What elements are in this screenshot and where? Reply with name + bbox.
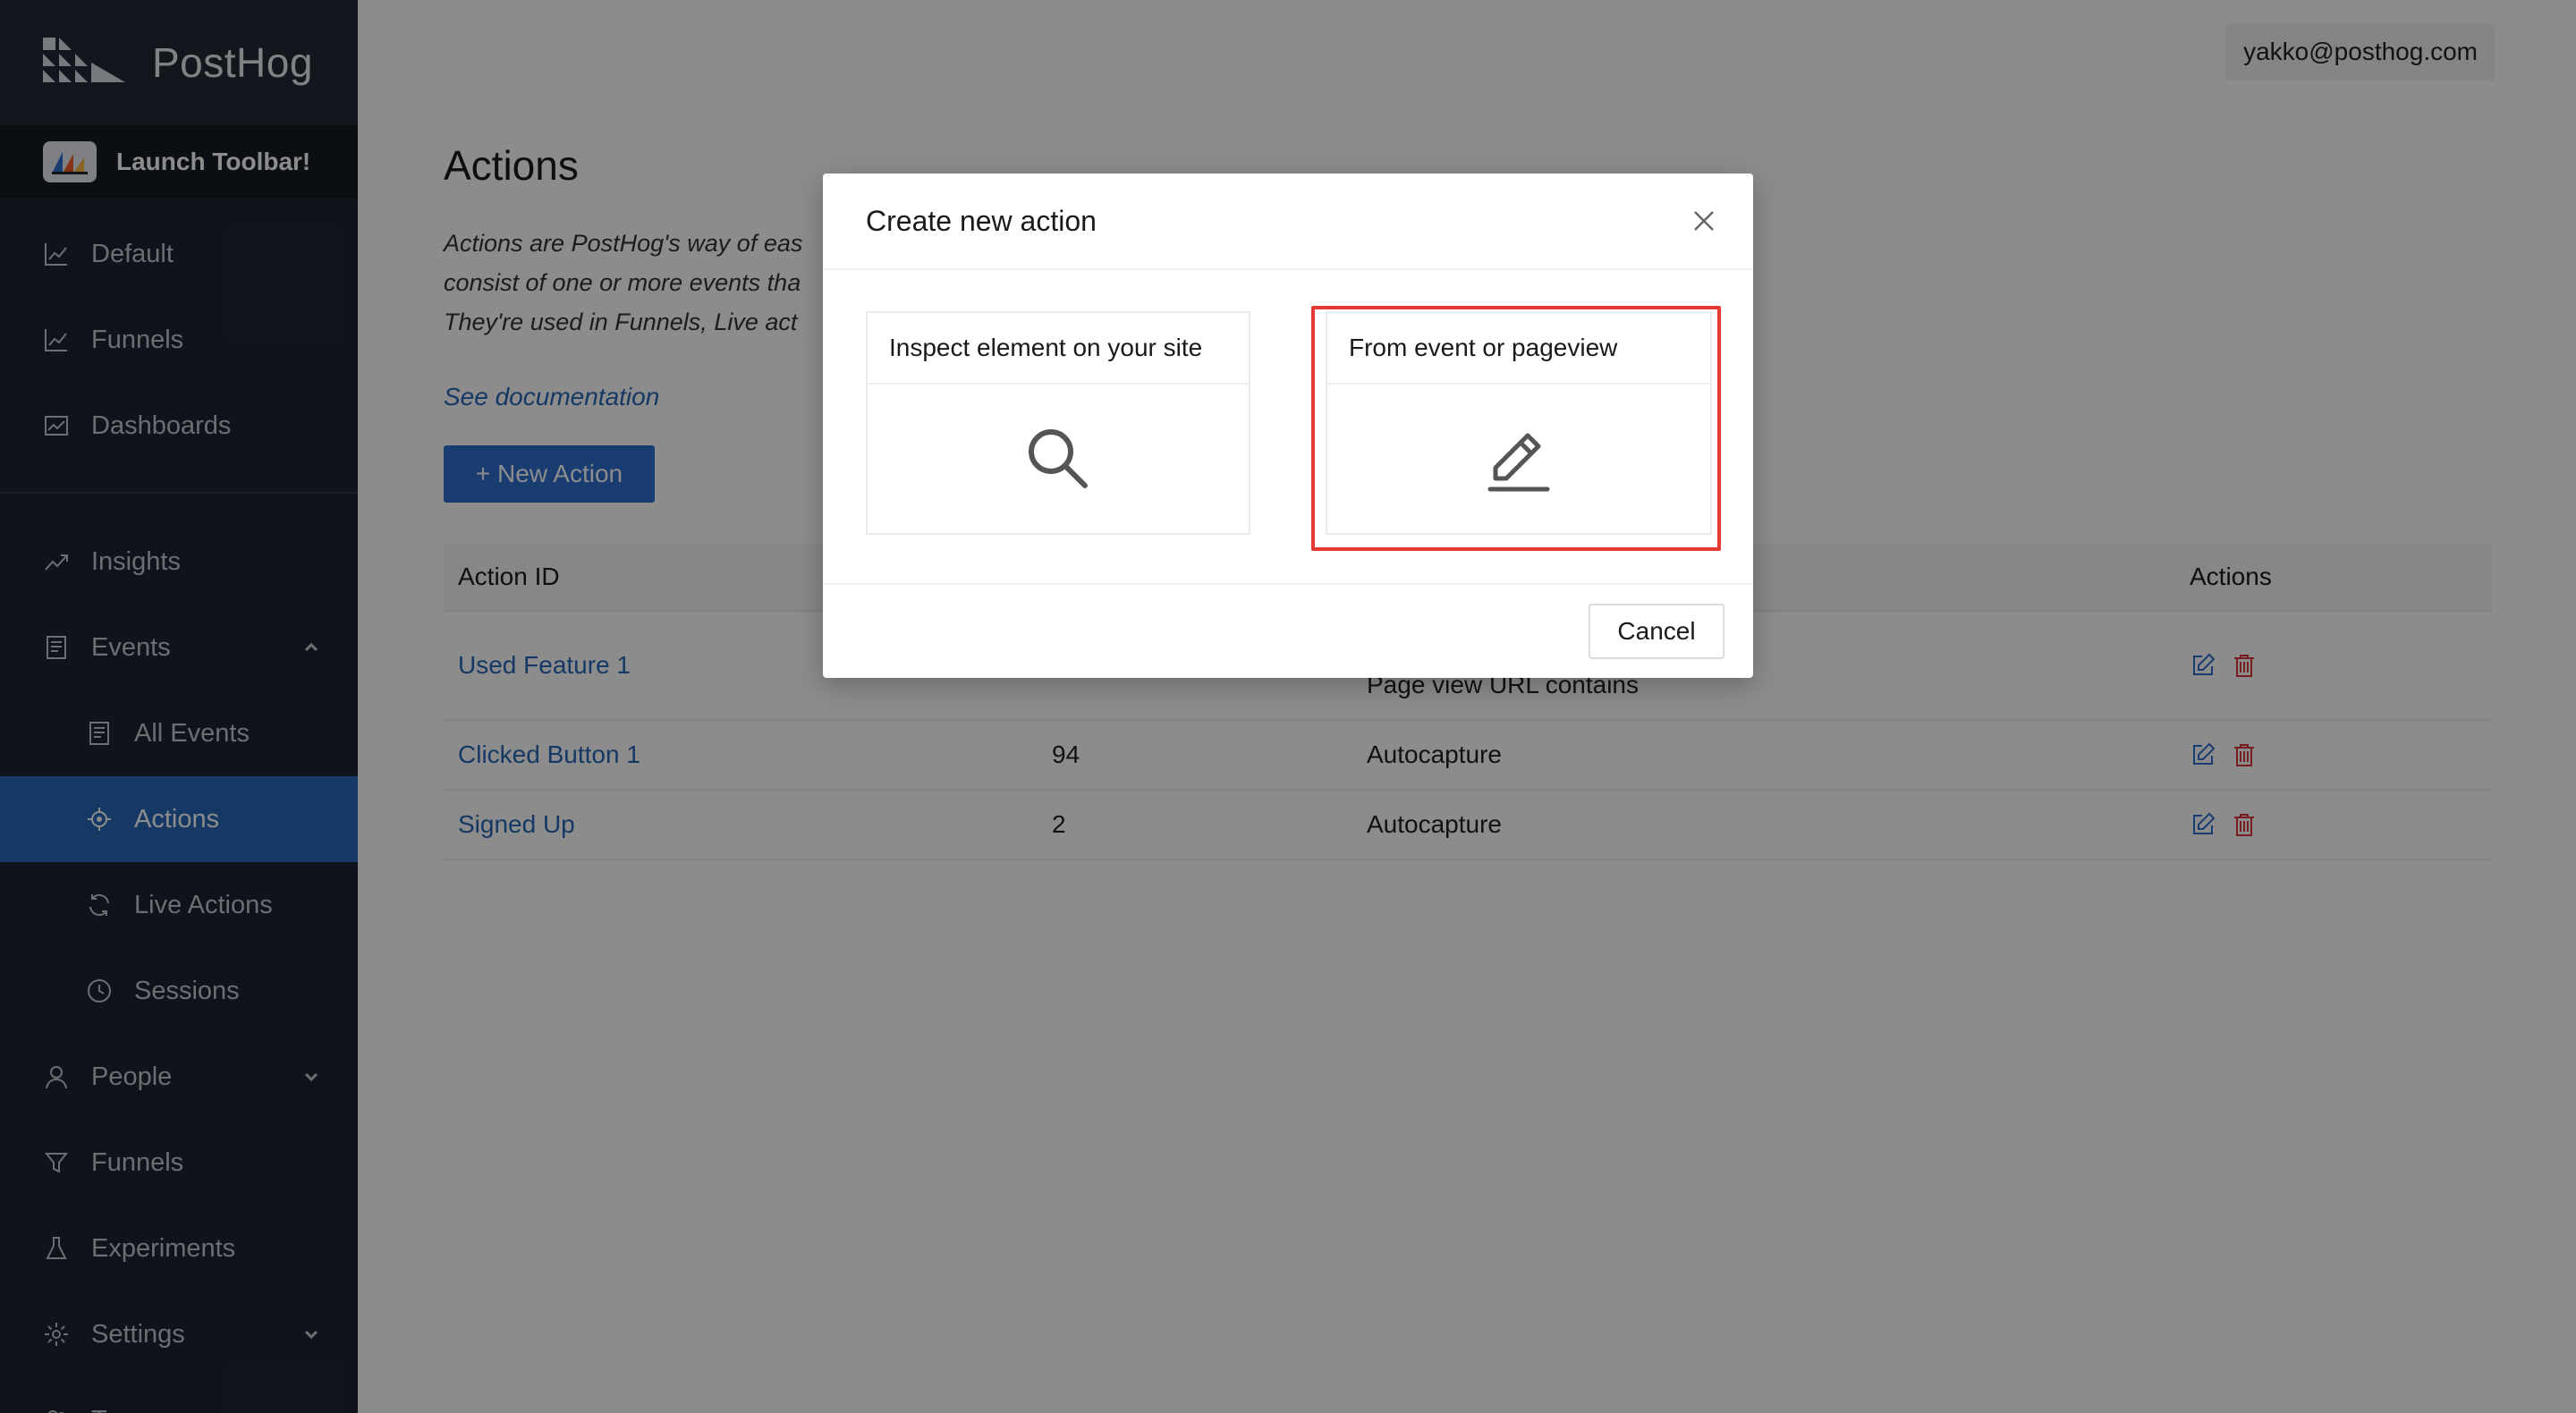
create-action-modal: Create new action Inspect element on you…	[823, 173, 1753, 678]
option-icon-area	[1327, 385, 1710, 533]
modal-footer: Cancel	[823, 583, 1753, 678]
edit-pencil-icon	[1487, 433, 1550, 492]
option-title: From event or pageview	[1327, 313, 1710, 385]
from-event-option[interactable]: From event or pageview	[1326, 311, 1712, 535]
cancel-button[interactable]: Cancel	[1589, 604, 1724, 659]
inspect-element-option[interactable]: Inspect element on your site	[866, 311, 1250, 535]
option-icon-area	[868, 385, 1249, 533]
option-title: Inspect element on your site	[868, 313, 1249, 385]
modal-header: Create new action	[823, 173, 1753, 270]
close-icon[interactable]	[1689, 206, 1719, 236]
search-icon	[1029, 429, 1088, 488]
modal-title: Create new action	[866, 204, 1097, 237]
modal-body: Inspect element on your site From event …	[823, 270, 1753, 583]
